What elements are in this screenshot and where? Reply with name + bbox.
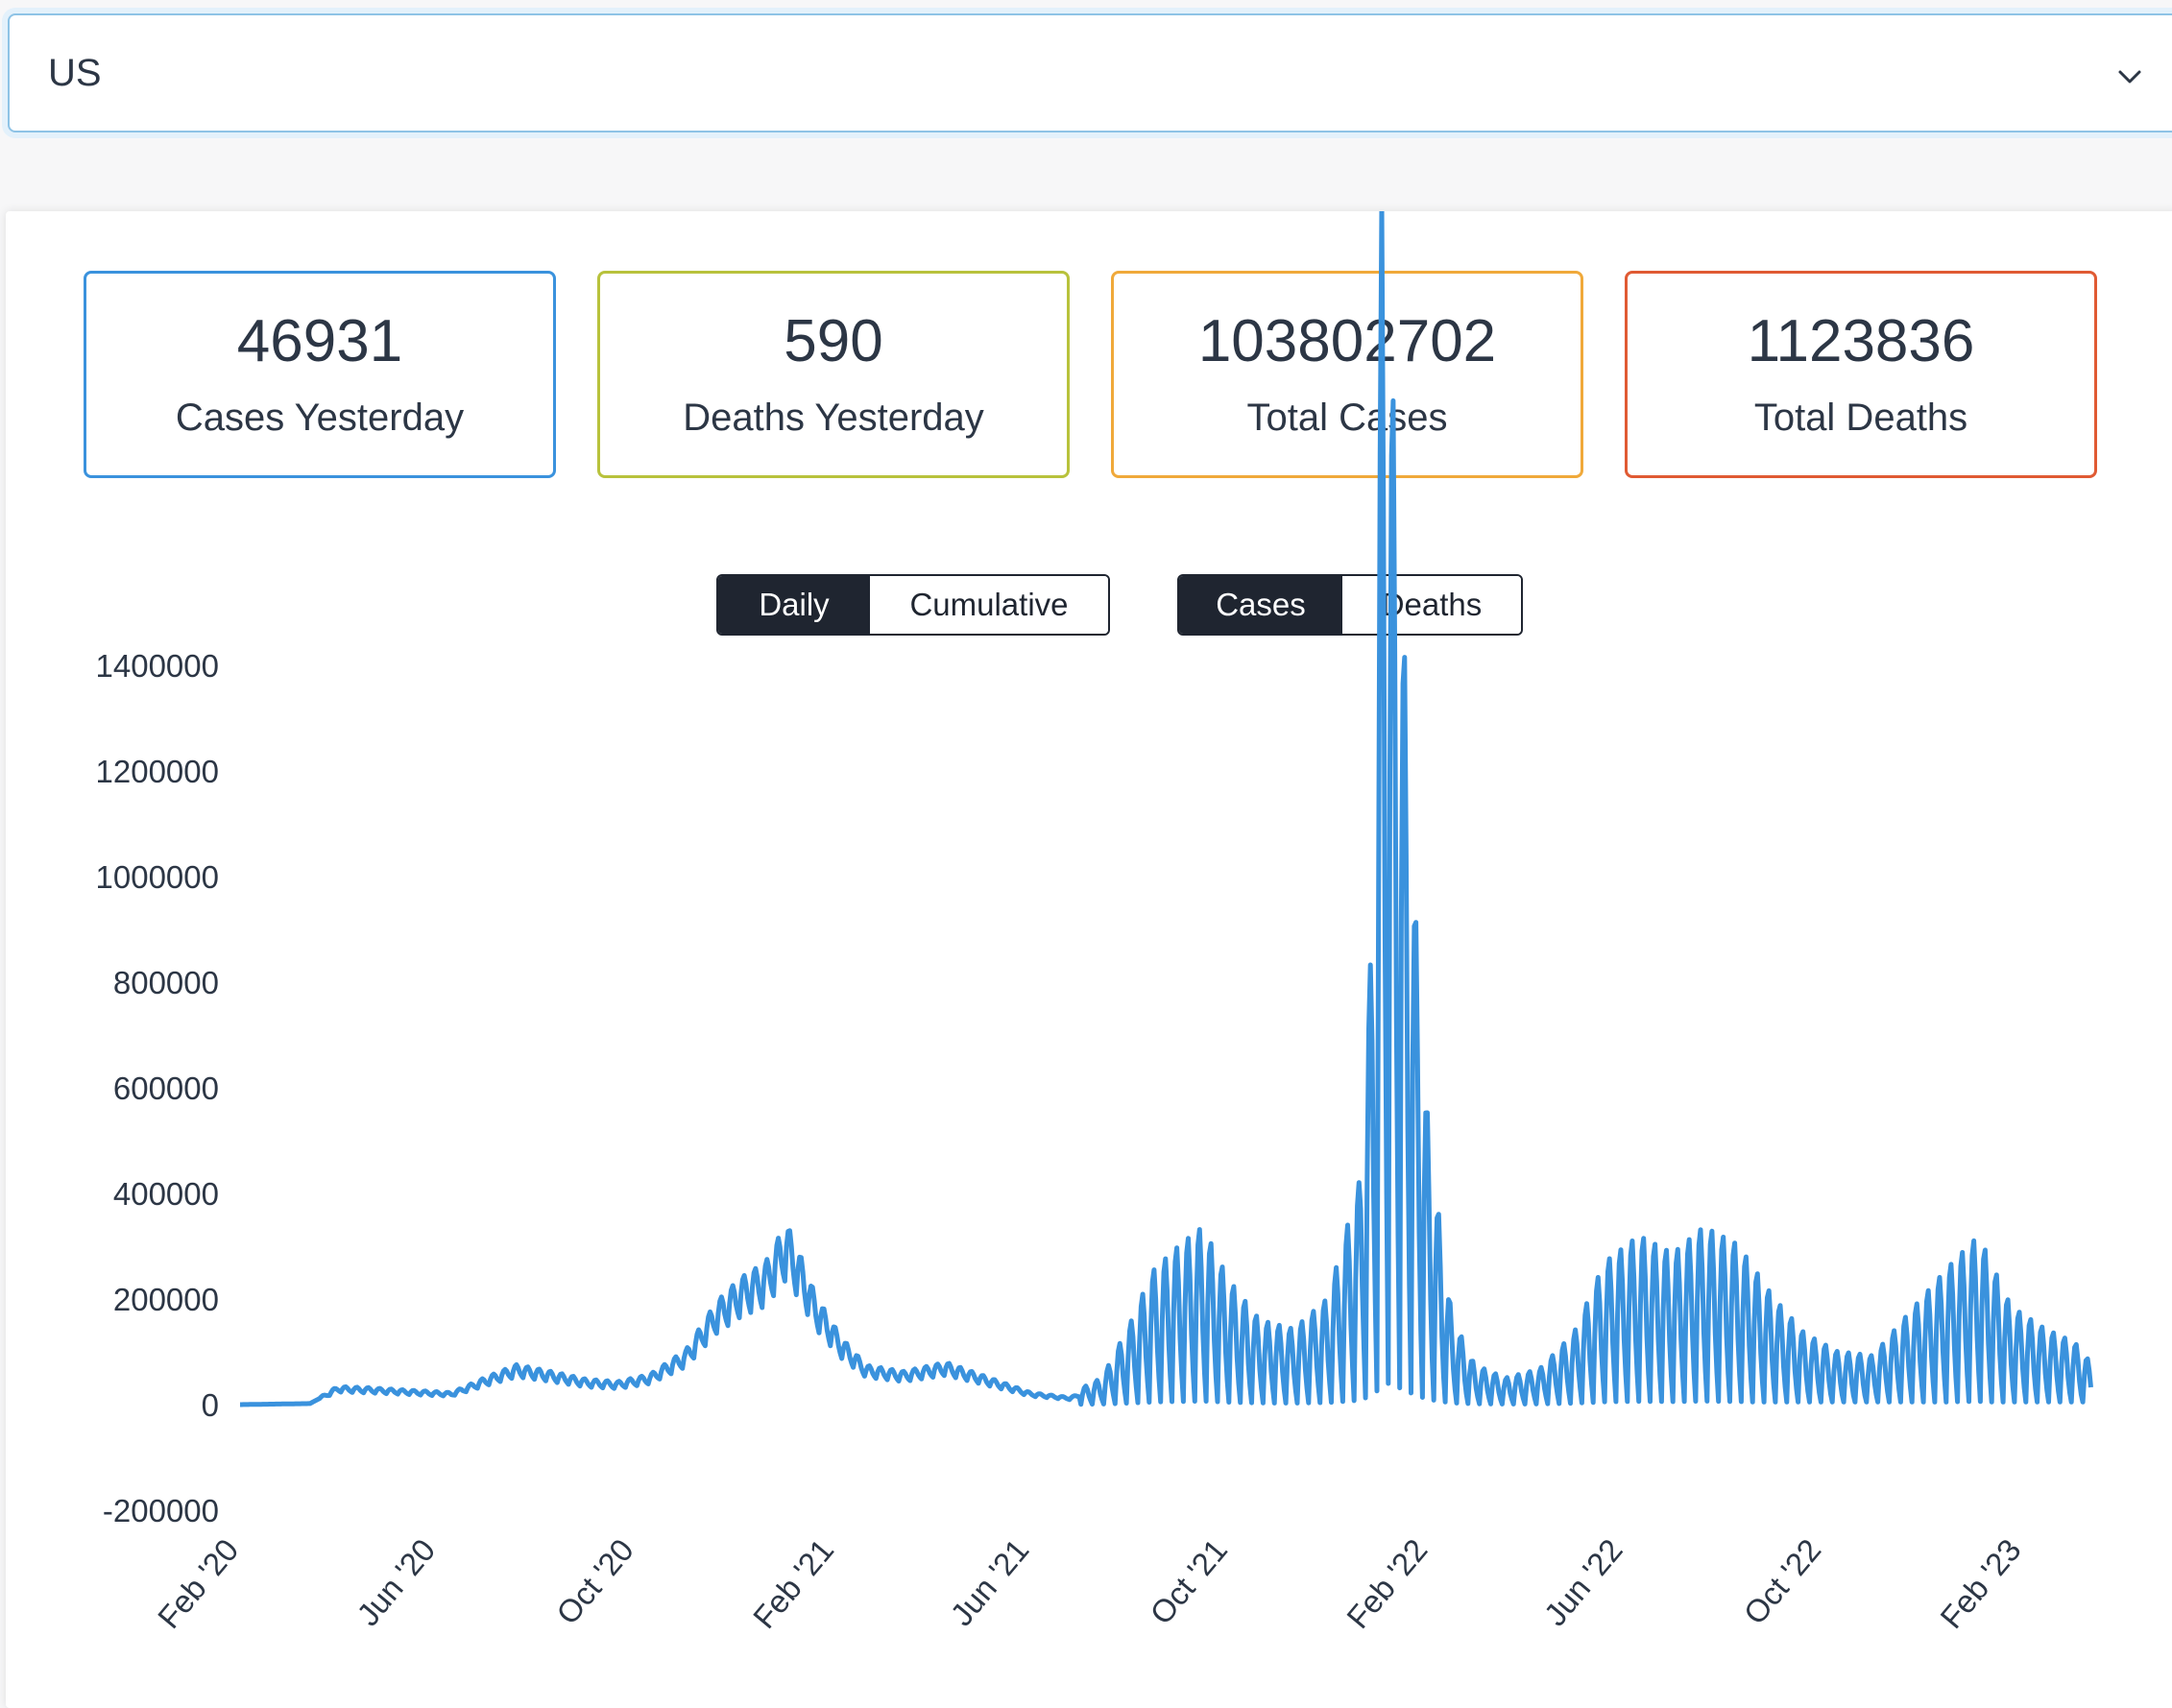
country-select[interactable]: US [8,13,2172,132]
y-tick-label: 0 [202,1387,219,1423]
x-tick-label: Oct '22 [1737,1532,1828,1631]
y-tick-label: 1000000 [96,859,219,895]
x-tick-label: Feb '23 [1933,1532,2027,1635]
country-select-value: US [48,52,102,94]
y-tick-label: 200000 [113,1282,219,1317]
x-tick-label: Feb '22 [1339,1532,1434,1635]
cases-chart: 1400000 1200000 1000000 800000 600000 400000 2… [96,211,2093,1635]
y-tick-label: -200000 [103,1493,219,1528]
cases-series-line [239,211,2093,1407]
x-tick-label: Feb '20 [151,1532,245,1635]
y-tick-label: 1400000 [96,648,219,684]
stats-card: 46931 Cases Yesterday 590 Deaths Yesterd… [6,211,2172,1708]
chevron-down-icon [2118,70,2141,84]
x-axis: Feb '20 Jun '20 Oct '20 Feb '21 Jun '21 Oct '… [151,1532,2028,1635]
x-tick-label: Oct '21 [1143,1532,1234,1631]
y-tick-label: 800000 [113,965,219,1000]
x-tick-label: Feb '21 [746,1532,840,1635]
y-axis: 1400000 1200000 1000000 800000 600000 400000 2… [96,648,219,1528]
y-tick-label: 600000 [113,1071,219,1106]
y-tick-label: 400000 [113,1176,219,1212]
x-tick-label: Jun '20 [350,1532,442,1633]
x-tick-label: Jun '21 [943,1532,1035,1633]
x-tick-label: Jun '22 [1537,1532,1629,1633]
y-tick-label: 1200000 [96,754,219,789]
x-tick-label: Oct '20 [549,1532,640,1631]
